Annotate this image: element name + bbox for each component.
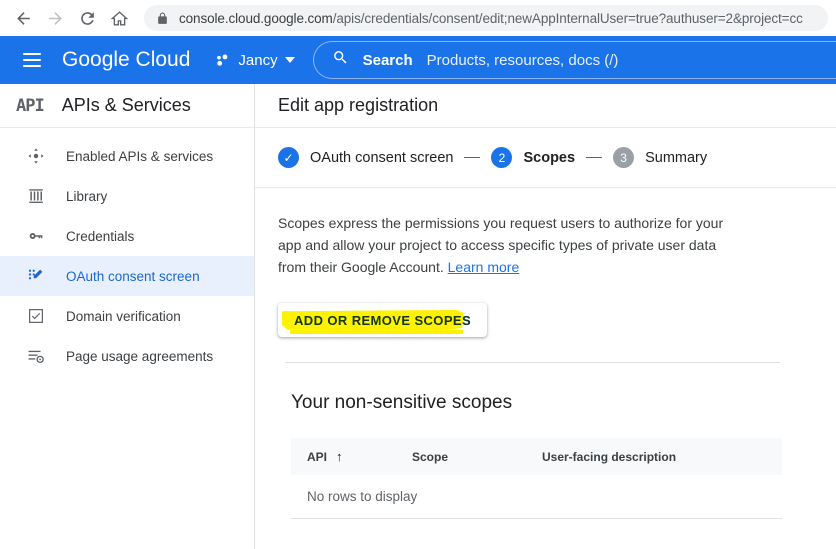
lock-icon: [156, 12, 169, 25]
hamburger-menu-icon[interactable]: [12, 40, 52, 80]
empty-state-message: No rows to display: [291, 475, 782, 519]
scopes-table: API ↑ Scope User-facing description No ro…: [291, 438, 782, 519]
url-text: console.cloud.google.com/apis/credential…: [179, 11, 803, 26]
step-scopes[interactable]: 2 Scopes: [491, 147, 575, 168]
oauth-consent-icon: [26, 266, 46, 286]
column-header-user-facing-description[interactable]: User-facing description: [526, 438, 782, 475]
scopes-description: Scopes express the permissions you reque…: [278, 212, 736, 278]
sidebar-item-label: Enabled APIs & services: [66, 148, 214, 164]
reload-icon: [78, 9, 97, 28]
project-name: Jancy: [238, 51, 278, 69]
step-marker-3: 3: [613, 147, 635, 168]
address-bar[interactable]: console.cloud.google.com/apis/credential…: [144, 5, 828, 31]
sidebar-item-enabled-apis[interactable]: Enabled APIs & services: [0, 136, 254, 176]
chevron-down-icon: [284, 57, 295, 63]
page-usage-icon: [26, 346, 46, 366]
url-domain: console.cloud.google.com: [179, 10, 333, 26]
add-or-remove-scopes-button[interactable]: ADD OR REMOVE SCOPES: [278, 303, 488, 337]
table-heading: Your non-sensitive scopes: [291, 392, 513, 413]
table-header-row: API ↑ Scope User-facing description: [291, 438, 782, 475]
forward-arrow-icon: [46, 9, 65, 28]
column-header-scope[interactable]: Scope: [396, 438, 526, 475]
page-title: Edit app registration: [278, 95, 439, 115]
step-summary[interactable]: 3 Summary: [613, 147, 707, 168]
sidebar-item-label: Credentials: [66, 228, 135, 244]
search-icon: [332, 49, 349, 71]
non-sensitive-scopes-section: Your non-sensitive scopes API ↑ Scope Use…: [278, 363, 836, 519]
url-path: /apis/credentials/consent/edit;newAppInt…: [332, 10, 803, 26]
enabled-apis-icon: [26, 146, 46, 166]
add-remove-scopes-button-wrap: ADD OR REMOVE SCOPES ADD OR REMOVE SCOPE…: [278, 303, 488, 337]
search-label: Search: [362, 51, 413, 69]
page-body: API APIs & Services Enabled APIs & servi…: [0, 84, 836, 549]
browser-toolbar: console.cloud.google.com/apis/credential…: [0, 0, 836, 36]
sidebar: API APIs & Services Enabled APIs & servi…: [0, 84, 255, 549]
main-content: Edit app registration ✓ OAuth consent sc…: [255, 84, 836, 549]
step-divider: [464, 157, 481, 158]
main-header: Edit app registration: [255, 84, 836, 128]
sidebar-item-domain-verification[interactable]: Domain verification: [0, 296, 254, 336]
sidebar-item-library[interactable]: Library: [0, 176, 254, 216]
api-logo-icon: API: [16, 95, 45, 116]
step-oauth-consent-screen[interactable]: ✓ OAuth consent screen: [278, 147, 453, 168]
search-bar[interactable]: Search Products, resources, docs (/): [312, 41, 836, 79]
forward-button[interactable]: [40, 3, 70, 33]
back-button[interactable]: [8, 3, 38, 33]
sidebar-header: API APIs & Services: [0, 84, 254, 128]
google-cloud-header: Google Cloud Jancy Search Products, reso…: [0, 36, 836, 84]
library-icon: [26, 186, 46, 206]
scopes-content: Scopes express the permissions you reque…: [255, 188, 836, 519]
back-arrow-icon: [14, 9, 33, 28]
sidebar-item-oauth-consent-screen[interactable]: OAuth consent screen: [0, 256, 254, 296]
google-cloud-logo[interactable]: Google Cloud: [62, 48, 190, 72]
sidebar-item-label: Library: [66, 188, 108, 204]
project-picker[interactable]: Jancy: [214, 51, 295, 69]
reload-button[interactable]: [72, 3, 102, 33]
sidebar-item-page-usage-agreements[interactable]: Page usage agreements: [0, 336, 254, 376]
sidebar-item-label: Domain verification: [66, 308, 181, 324]
checkbox-icon: [26, 306, 46, 326]
sidebar-item-label: OAuth consent screen: [66, 268, 200, 284]
sidebar-nav-list: Enabled APIs & services Library Credenti…: [0, 128, 254, 376]
step-label: OAuth consent screen: [310, 149, 454, 166]
step-marker-2: 2: [491, 147, 513, 168]
column-header-api[interactable]: API ↑: [291, 438, 396, 475]
sort-ascending-icon: ↑: [336, 449, 343, 464]
step-divider: [586, 157, 603, 158]
step-label: Summary: [645, 149, 708, 166]
sidebar-item-label: Page usage agreements: [66, 348, 214, 364]
sidebar-item-credentials[interactable]: Credentials: [0, 216, 254, 256]
search-placeholder: Products, resources, docs (/): [426, 51, 619, 69]
sidebar-title: APIs & Services: [61, 95, 191, 115]
project-dots-icon: [214, 52, 231, 69]
column-header-api-label: API: [307, 450, 328, 464]
home-button[interactable]: [104, 3, 134, 33]
home-icon: [110, 9, 129, 28]
table-row-empty: No rows to display: [291, 475, 782, 519]
stepper: ✓ OAuth consent screen 2 Scopes 3 Summar…: [255, 128, 836, 188]
table-head: API ↑ Scope User-facing description: [291, 438, 782, 475]
step-marker-check-icon: ✓: [278, 147, 299, 168]
table-body: No rows to display: [291, 475, 782, 519]
key-icon: [26, 226, 46, 246]
learn-more-link[interactable]: Learn more: [448, 259, 520, 275]
step-label: Scopes: [523, 149, 576, 166]
